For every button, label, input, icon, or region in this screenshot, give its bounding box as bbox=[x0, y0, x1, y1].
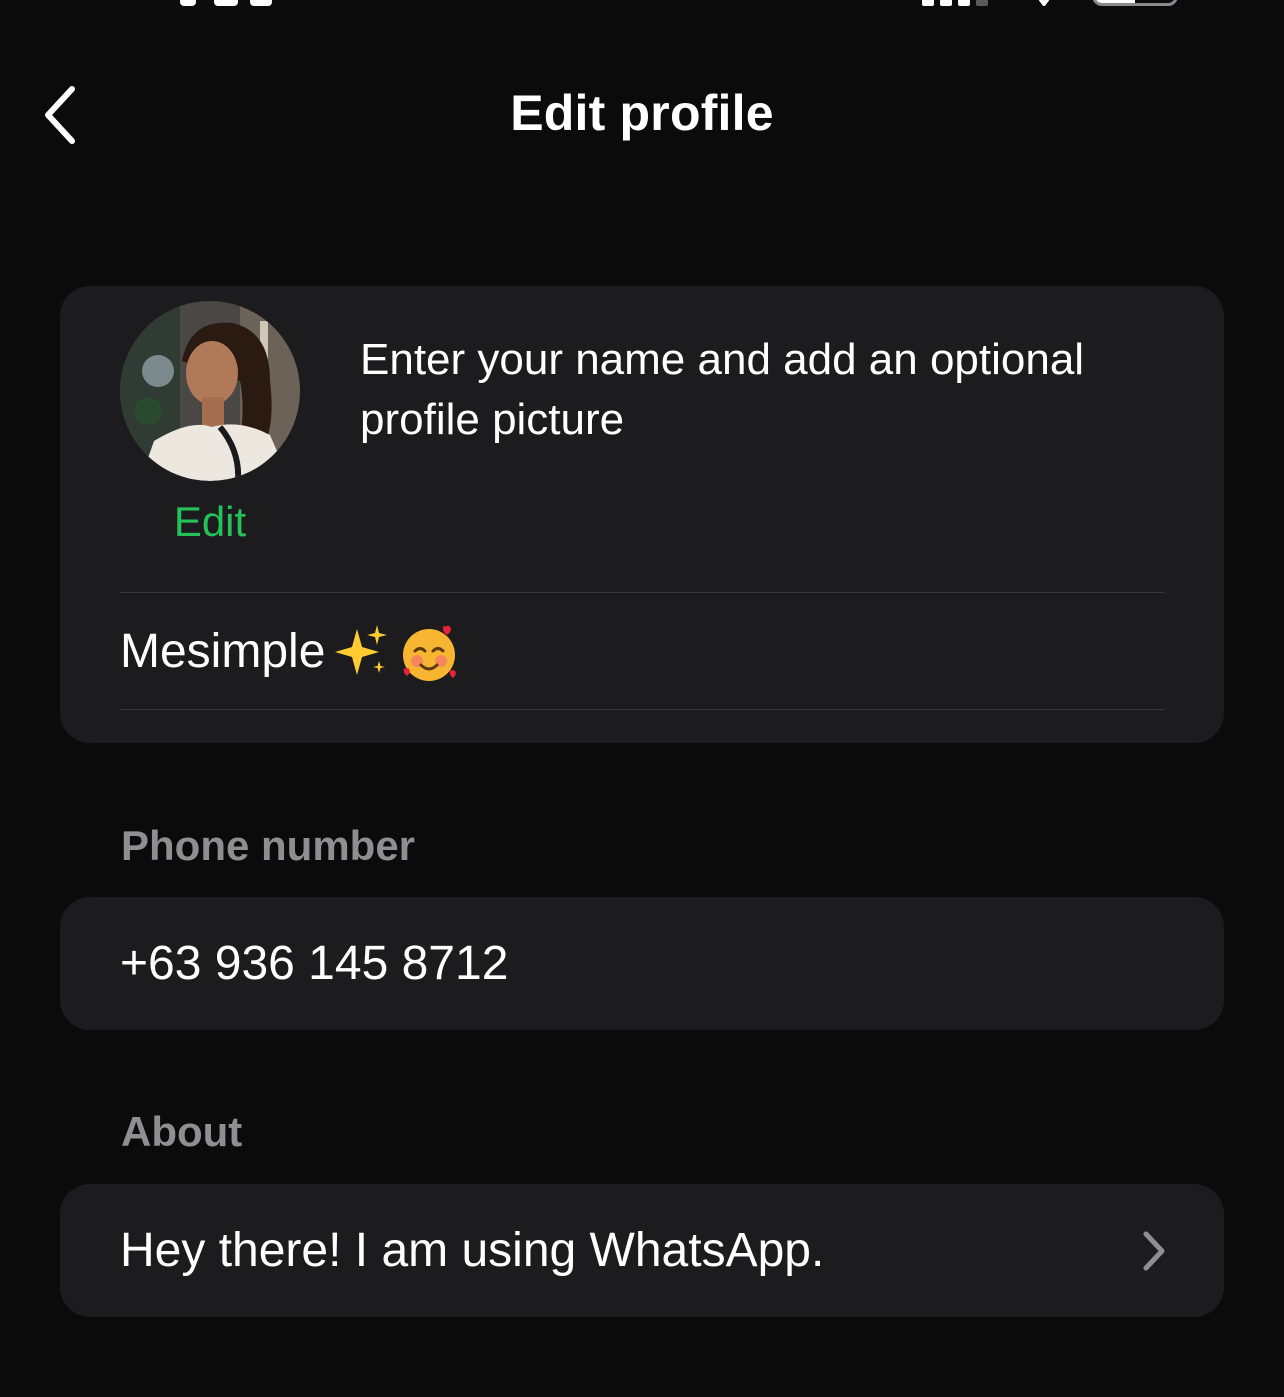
edit-photo-button[interactable]: Edit bbox=[120, 498, 300, 546]
phone-section-label: Phone number bbox=[121, 822, 416, 869]
sparkles-icon bbox=[331, 621, 391, 681]
name-field[interactable]: Mesimple bbox=[120, 593, 1164, 709]
about-row[interactable]: Hey there! I am using WhatsApp. bbox=[60, 1184, 1224, 1317]
chevron-right-icon bbox=[1143, 1231, 1165, 1271]
smiling-face-with-hearts-icon bbox=[397, 621, 457, 681]
phone-card: +63 936 145 8712 bbox=[60, 897, 1224, 1030]
phone-number-value: +63 936 145 8712 bbox=[120, 937, 509, 990]
profile-photo bbox=[120, 301, 300, 481]
divider bbox=[120, 709, 1164, 710]
about-value: Hey there! I am using WhatsApp. bbox=[120, 1224, 825, 1277]
profile-hint: Enter your name and add an optional prof… bbox=[360, 335, 1085, 444]
about-section-label: About bbox=[121, 1108, 243, 1155]
battery-icon bbox=[1092, 0, 1178, 6]
status-bar bbox=[0, 0, 1284, 10]
edit-profile-screen: Edit profile Edit Enter your name and ad… bbox=[0, 0, 1284, 1397]
status-time bbox=[180, 0, 272, 6]
page-title: Edit profile bbox=[510, 85, 774, 141]
name-text: Mesimple bbox=[120, 624, 326, 678]
nav-bar: Edit profile bbox=[0, 60, 1284, 170]
profile-card: Edit Enter your name and add an optional… bbox=[60, 286, 1224, 743]
signal-icon bbox=[922, 0, 992, 6]
wifi-icon bbox=[1032, 0, 1056, 6]
avatar[interactable] bbox=[120, 301, 300, 481]
